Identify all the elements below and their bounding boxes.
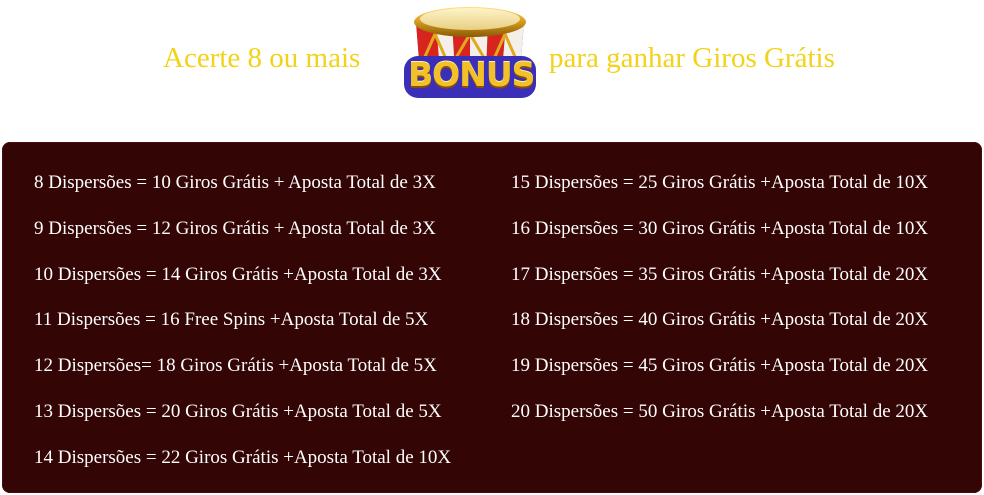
payout-row: 17 Dispersões = 35 Giros Grátis +Aposta …	[511, 263, 929, 285]
header-text-after: para ganhar Giros Grátis	[549, 42, 835, 74]
header-text-before: Acerte 8 ou mais	[163, 42, 361, 74]
payout-row: 16 Dispersões = 30 Giros Grátis +Aposta …	[511, 217, 929, 239]
bonus-icon-label: BONUS	[408, 55, 535, 94]
payout-row: 19 Dispersões = 45 Giros Grátis +Aposta …	[511, 355, 929, 377]
payout-row: 9 Dispersões = 12 Giros Grátis + Aposta …	[34, 217, 436, 239]
payout-panel: 8 Dispersões = 10 Giros Grátis + Aposta …	[2, 142, 982, 493]
payout-row: 18 Dispersões = 40 Giros Grátis +Aposta …	[511, 309, 929, 331]
payout-row: 15 Dispersões = 25 Giros Grátis +Aposta …	[511, 172, 929, 193]
payout-row: 14 Dispersões = 22 Giros Grátis +Aposta …	[34, 446, 452, 468]
bonus-drum-icon: BONUS	[400, 0, 540, 104]
payout-row: 11 Dispersões = 16 Free Spins +Aposta To…	[34, 309, 429, 331]
payout-column-left: 8 Dispersões = 10 Giros Grátis + Aposta …	[34, 169, 451, 490]
payout-row: 10 Dispersões = 14 Giros Grátis +Aposta …	[34, 263, 442, 285]
payout-row: 8 Dispersões = 10 Giros Grátis + Aposta …	[34, 172, 436, 193]
payout-row: 12 Dispersões= 18 Giros Grátis +Aposta T…	[34, 355, 437, 377]
payout-row: 13 Dispersões = 20 Giros Grátis +Aposta …	[34, 400, 442, 422]
payout-row: 20 Dispersões = 50 Giros Grátis +Aposta …	[511, 400, 929, 422]
payout-column-right: 15 Dispersões = 25 Giros Grátis +Aposta …	[511, 169, 928, 444]
bonus-header: Acerte 8 ou mais BONUS para ganhar Giros…	[0, 0, 984, 130]
